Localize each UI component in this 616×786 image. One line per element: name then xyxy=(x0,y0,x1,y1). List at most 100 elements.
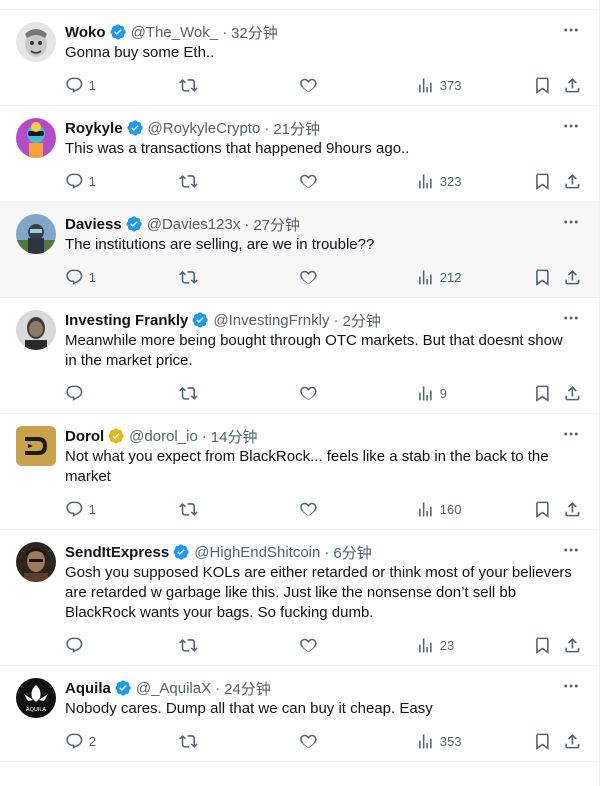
user-handle[interactable]: @dorol_io xyxy=(129,428,198,445)
user-handle[interactable]: @HighEndShitcoin xyxy=(194,544,320,561)
retweet-button[interactable] xyxy=(179,171,198,191)
bookmark-button[interactable] xyxy=(533,499,552,519)
reply-button[interactable]: 1 xyxy=(65,171,96,191)
timestamp[interactable]: 24分钟 xyxy=(224,678,271,699)
tweet[interactable]: SendItExpress @HighEndShitcoin · 6分钟 Gos… xyxy=(0,530,599,666)
like-button[interactable] xyxy=(299,499,318,519)
views-button[interactable]: 353 xyxy=(416,731,461,751)
share-button[interactable] xyxy=(563,383,582,403)
tweet[interactable]: Daviess @Davies123x · 27分钟 The instituti… xyxy=(0,202,599,298)
retweet-icon xyxy=(179,386,198,400)
retweet-icon xyxy=(179,174,198,188)
display-name[interactable]: SendItExpress xyxy=(65,544,169,561)
user-handle[interactable]: @Davies123x xyxy=(147,216,241,233)
view-count: 353 xyxy=(439,733,462,749)
retweet-button[interactable] xyxy=(179,383,198,403)
views-button[interactable]: 23 xyxy=(416,635,454,655)
views-button[interactable]: 373 xyxy=(416,75,461,95)
more-options-icon[interactable] xyxy=(561,20,581,40)
timestamp[interactable]: 2分钟 xyxy=(342,310,380,331)
more-options-icon[interactable] xyxy=(561,424,581,444)
reply-button[interactable]: 1 xyxy=(65,499,96,519)
display-name[interactable]: Woko xyxy=(65,24,106,41)
display-name[interactable]: Aquila xyxy=(65,680,111,697)
avatar[interactable] xyxy=(16,542,56,582)
reply-button[interactable]: 1 xyxy=(65,267,96,287)
timestamp[interactable]: 32分钟 xyxy=(231,22,278,43)
share-button[interactable] xyxy=(563,267,582,287)
bookmark-button[interactable] xyxy=(533,171,552,191)
like-button[interactable] xyxy=(299,383,318,403)
timestamp[interactable]: 21分钟 xyxy=(273,118,320,139)
views-button[interactable]: 9 xyxy=(416,383,447,403)
share-icon xyxy=(565,77,580,93)
reply-button[interactable] xyxy=(65,635,89,655)
share-button[interactable] xyxy=(563,75,582,95)
tweet-actions: 1 160 xyxy=(65,491,583,529)
avatar[interactable] xyxy=(16,22,56,62)
more-options-icon[interactable] xyxy=(561,540,581,560)
retweet-icon xyxy=(179,78,198,92)
bookmark-button[interactable] xyxy=(533,383,552,403)
like-button[interactable] xyxy=(299,267,318,287)
like-button[interactable] xyxy=(299,635,318,655)
bookmark-button[interactable] xyxy=(533,267,552,287)
reply-icon xyxy=(66,269,83,285)
bookmark-button[interactable] xyxy=(533,635,552,655)
more-options-icon[interactable] xyxy=(561,676,581,696)
share-button[interactable] xyxy=(563,499,582,519)
retweet-button[interactable] xyxy=(179,635,198,655)
views-chart-icon xyxy=(419,173,432,189)
views-button[interactable]: 323 xyxy=(416,171,461,191)
views-chart-icon xyxy=(419,501,432,517)
more-options-icon[interactable] xyxy=(561,116,581,136)
tweet[interactable]: Dorol @dorol_io · 14分钟 Not what you expe… xyxy=(0,414,599,530)
timestamp[interactable]: 6分钟 xyxy=(333,542,371,563)
timestamp[interactable]: 14分钟 xyxy=(211,426,258,447)
avatar[interactable] xyxy=(16,214,56,254)
share-button[interactable] xyxy=(563,171,582,191)
reply-count: 2 xyxy=(88,733,96,749)
timestamp[interactable]: 27分钟 xyxy=(253,214,300,235)
avatar[interactable] xyxy=(16,426,56,466)
user-handle[interactable]: @InvestingFrnkly xyxy=(213,312,329,329)
tweet[interactable]: Woko @The_Wok_ · 32分钟 Gonna buy some Eth… xyxy=(0,10,599,106)
more-options-icon[interactable] xyxy=(561,212,581,232)
avatar[interactable] xyxy=(16,118,56,158)
display-name[interactable]: Investing Frankly xyxy=(65,312,188,329)
share-button[interactable] xyxy=(563,731,582,751)
display-name[interactable]: Roykyle xyxy=(65,120,123,137)
user-handle[interactable]: @_AquilaX xyxy=(136,680,211,697)
like-button[interactable] xyxy=(299,731,318,751)
retweet-button[interactable] xyxy=(179,267,198,287)
avatar[interactable]: AQUILA xyxy=(16,678,56,718)
display-name[interactable]: Daviess xyxy=(65,216,122,233)
like-button[interactable] xyxy=(299,171,318,191)
tweet[interactable]: AQUILA Aquila @_AquilaX · 24分钟 Nobody ca… xyxy=(0,666,599,762)
reply-icon xyxy=(66,77,83,93)
retweet-button[interactable] xyxy=(179,731,198,751)
retweet-icon xyxy=(179,734,198,748)
like-button[interactable] xyxy=(299,75,318,95)
user-handle[interactable]: @RoykyleCrypto xyxy=(148,120,261,137)
retweet-button[interactable] xyxy=(179,75,198,95)
bookmark-button[interactable] xyxy=(533,75,552,95)
reply-button[interactable]: 1 xyxy=(65,75,96,95)
views-chart-icon xyxy=(419,385,432,401)
view-count: 160 xyxy=(439,501,462,517)
retweet-button[interactable] xyxy=(179,499,198,519)
tweet-header: Roykyle @RoykyleCrypto · 21分钟 xyxy=(65,118,320,139)
avatar[interactable] xyxy=(16,310,56,350)
more-options-icon[interactable] xyxy=(561,308,581,328)
reply-button[interactable]: 2 xyxy=(65,731,96,751)
views-button[interactable]: 160 xyxy=(416,499,461,519)
user-handle[interactable]: @The_Wok_ xyxy=(131,24,219,41)
views-button[interactable]: 212 xyxy=(416,267,461,287)
bookmark-button[interactable] xyxy=(533,731,552,751)
tweet[interactable]: Investing Frankly @InvestingFrnkly · 2分钟… xyxy=(0,298,599,414)
display-name[interactable]: Dorol xyxy=(65,428,104,445)
reply-count: 1 xyxy=(88,501,96,517)
tweet[interactable]: Roykyle @RoykyleCrypto · 21分钟 This was a… xyxy=(0,106,599,202)
share-button[interactable] xyxy=(563,635,582,655)
reply-button[interactable] xyxy=(65,383,89,403)
